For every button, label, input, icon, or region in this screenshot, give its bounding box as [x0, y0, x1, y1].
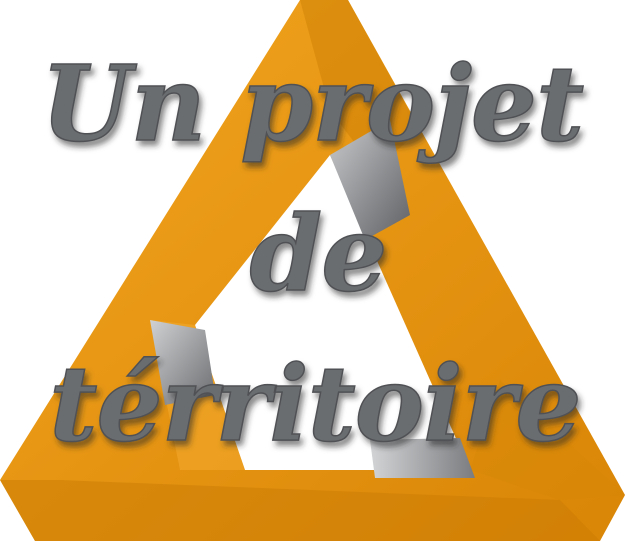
impossible-triangle-logo: Un projet de térritoire — [0, 0, 625, 541]
title-line-2: de — [250, 192, 387, 315]
title-line-3: térritoire — [49, 342, 580, 465]
title-line-1: Un projet — [41, 42, 584, 165]
logo-title: Un projet de térritoire — [40, 41, 586, 466]
logo-canvas: Un projet de térritoire — [0, 0, 625, 541]
